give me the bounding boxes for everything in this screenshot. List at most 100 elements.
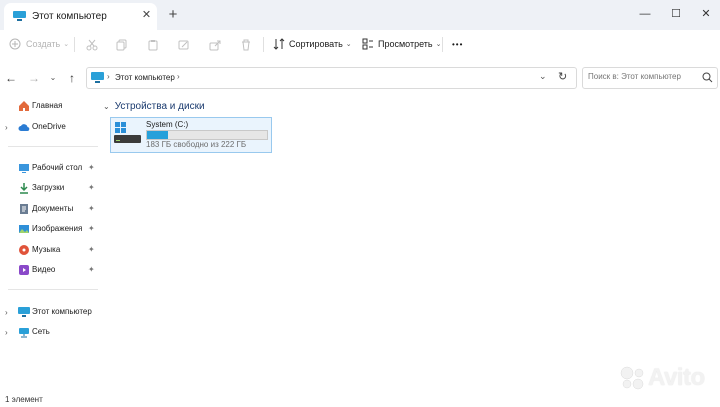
home-icon xyxy=(19,101,29,111)
drive-usage-fill xyxy=(147,131,169,139)
sidebar-item-label: Изображения xyxy=(32,224,83,233)
computer-icon xyxy=(13,11,26,21)
computer-icon xyxy=(91,72,104,83)
drive-name: System (C:) xyxy=(146,120,189,129)
sidebar-item-label: OneDrive xyxy=(32,122,66,131)
pin-icon[interactable]: ✦ xyxy=(88,224,95,233)
view-icon xyxy=(362,38,373,50)
maximize-button[interactable]: ☐ xyxy=(668,6,684,22)
avito-logo-icon xyxy=(620,366,644,390)
sidebar-item-video[interactable]: Видео ✦ xyxy=(0,262,100,278)
view-label: Просмотреть xyxy=(378,39,433,49)
search-box[interactable] xyxy=(582,67,718,89)
rename-icon[interactable] xyxy=(178,39,190,51)
computer-icon xyxy=(18,307,30,317)
avito-watermark: Avito xyxy=(620,364,705,392)
sidebar-item-network[interactable]: › Сеть xyxy=(0,324,100,340)
cloud-icon xyxy=(18,124,30,132)
sidebar-item-label: Музыка xyxy=(32,245,61,254)
copy-icon[interactable] xyxy=(116,39,128,51)
sidebar-item-music[interactable]: Музыка ✦ xyxy=(0,242,100,258)
pin-icon[interactable]: ✦ xyxy=(88,204,95,213)
create-button[interactable]: Создать ⌄ xyxy=(9,34,69,54)
network-icon xyxy=(19,328,29,338)
download-icon xyxy=(20,183,28,194)
minimize-button[interactable]: — xyxy=(637,6,653,22)
create-label: Создать xyxy=(26,39,61,49)
search-input[interactable] xyxy=(588,72,688,81)
document-icon xyxy=(20,204,28,214)
sort-button[interactable]: Сортировать ⌄ xyxy=(273,34,352,54)
chevron-down-icon[interactable]: ⌄ xyxy=(103,102,110,111)
sidebar-item-label: Загрузки xyxy=(32,183,65,192)
group-header[interactable]: ⌄ Устройства и диски xyxy=(103,101,205,112)
chevron-down-icon: ⌄ xyxy=(435,41,442,48)
cut-icon[interactable] xyxy=(86,39,98,51)
pin-icon[interactable]: ✦ xyxy=(88,183,95,192)
tab-this-pc[interactable]: Этот компьютер ✕ xyxy=(4,3,157,30)
search-icon xyxy=(702,72,713,83)
back-arrow-icon[interactable]: ← xyxy=(4,71,18,85)
sidebar-item-pictures[interactable]: Изображения ✦ xyxy=(0,221,100,237)
title-bar: Этот компьютер ✕ + — ☐ ✕ xyxy=(0,0,720,30)
group-title: Устройства и диски xyxy=(114,101,205,112)
paste-icon[interactable] xyxy=(147,39,159,51)
toolbar-divider xyxy=(74,37,75,52)
music-icon xyxy=(19,245,29,255)
share-icon[interactable] xyxy=(209,39,221,51)
sort-icon xyxy=(273,38,285,50)
close-window-button[interactable]: ✕ xyxy=(698,6,714,22)
pin-icon[interactable]: ✦ xyxy=(88,163,95,172)
view-button[interactable]: Просмотреть ⌄ xyxy=(362,34,442,54)
toolbar-divider xyxy=(263,37,264,52)
drive-free-space: 183 ГБ свободно из 222 ГБ xyxy=(146,140,247,149)
sidebar-item-this-pc[interactable]: › Этот компьютер xyxy=(0,304,100,320)
system-drive-icon xyxy=(114,122,141,143)
address-dropdown-icon[interactable]: ⌄ xyxy=(539,71,547,82)
sidebar-item-label: Документы xyxy=(32,204,74,213)
breadcrumb-chevron-icon[interactable]: › xyxy=(177,72,180,81)
sidebar-item-downloads[interactable]: Загрузки ✦ xyxy=(0,180,100,196)
pictures-icon xyxy=(19,225,29,233)
sidebar-divider xyxy=(8,289,98,290)
plus-circle-icon xyxy=(9,38,21,50)
sidebar-item-home[interactable]: Главная xyxy=(0,98,100,114)
status-bar: 1 элемент xyxy=(0,389,720,407)
chevron-down-icon: ⌄ xyxy=(63,41,70,48)
drive-tile[interactable]: System (C:) 183 ГБ свободно из 222 ГБ xyxy=(110,117,272,153)
sidebar-item-desktop[interactable]: Рабочий стол ✦ xyxy=(0,160,100,176)
recent-locations-icon[interactable]: ⌄ xyxy=(46,71,60,85)
sidebar-item-onedrive[interactable]: › OneDrive xyxy=(0,119,100,135)
sidebar-item-label: Главная xyxy=(32,101,63,110)
toolbar-divider xyxy=(442,37,443,52)
sort-label: Сортировать xyxy=(289,39,343,49)
breadcrumb-location[interactable]: Этот компьютер xyxy=(115,73,175,82)
chevron-right-icon[interactable]: › xyxy=(5,328,8,337)
refresh-icon[interactable]: ↻ xyxy=(558,70,567,83)
more-options-button[interactable]: ••• xyxy=(452,34,463,54)
item-count: 1 элемент xyxy=(5,395,43,404)
forward-arrow-icon[interactable]: → xyxy=(27,71,41,85)
tab-close-button[interactable]: ✕ xyxy=(140,9,153,22)
pin-icon[interactable]: ✦ xyxy=(88,265,95,274)
command-bar: Создать ⌄ Сортировать ⌄ Просмотреть ⌄ ••… xyxy=(0,30,720,58)
sidebar-item-label: Рабочий стол xyxy=(32,163,83,172)
chevron-down-icon: ⌄ xyxy=(345,41,352,48)
chevron-right-icon[interactable]: › xyxy=(5,308,8,317)
pin-icon[interactable]: ✦ xyxy=(88,245,95,254)
up-arrow-icon[interactable]: ↑ xyxy=(65,71,79,85)
sidebar-item-label: Видео xyxy=(32,265,56,274)
breadcrumb-chevron-icon: › xyxy=(107,72,110,81)
delete-icon[interactable] xyxy=(240,39,252,51)
address-bar[interactable]: › Этот компьютер › ⌄ ↻ xyxy=(86,67,577,89)
tab-title: Этот компьютер xyxy=(32,11,107,22)
new-tab-button[interactable]: + xyxy=(165,7,181,23)
sidebar-item-documents[interactable]: Документы ✦ xyxy=(0,201,100,217)
chevron-right-icon[interactable]: › xyxy=(5,123,8,132)
content-pane: ⌄ Устройства и диски System (C:) 183 ГБ … xyxy=(100,94,720,389)
sidebar-divider xyxy=(8,146,98,147)
drive-usage-bar xyxy=(146,130,268,140)
avito-watermark-text: Avito xyxy=(648,364,705,391)
navigation-pane: Главная › OneDrive Рабочий стол ✦ Загруз… xyxy=(0,94,100,389)
sidebar-item-label: Этот компьютер xyxy=(32,307,92,316)
